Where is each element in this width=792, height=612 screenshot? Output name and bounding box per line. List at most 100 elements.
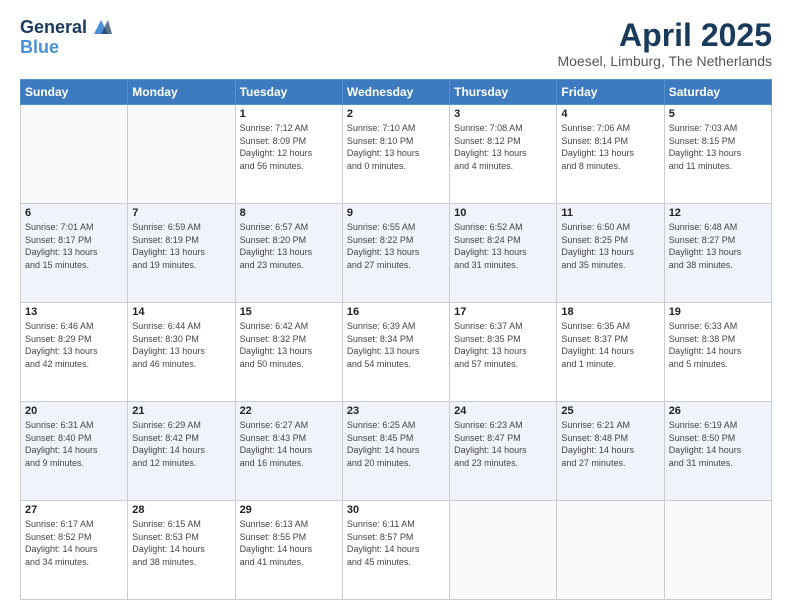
table-row: 5 Sunrise: 7:03 AM Sunset: 8:15 PM Daylig… <box>664 105 771 204</box>
logo-text-blue: Blue <box>20 38 59 58</box>
col-friday: Friday <box>557 80 664 105</box>
day-number: 26 <box>669 405 767 417</box>
table-row: 14Sunrise: 6:44 AM Sunset: 8:30 PM Dayli… <box>128 303 235 402</box>
table-row: 3 Sunrise: 7:08 AM Sunset: 8:12 PM Daylig… <box>450 105 557 204</box>
day-info: Sunrise: 6:23 AM Sunset: 8:47 PM Dayligh… <box>454 419 552 469</box>
table-row <box>128 105 235 204</box>
col-sunday: Sunday <box>21 80 128 105</box>
day-number: 20 <box>25 405 123 417</box>
day-info: Sunrise: 6:57 AM Sunset: 8:20 PM Dayligh… <box>240 221 338 271</box>
table-row: 29 Sunrise: 6:13 AM Sunset: 8:55 PM Dayli… <box>235 501 342 600</box>
day-info: Sunrise: 6:15 AM Sunset: 8:53 PM Dayligh… <box>132 518 230 568</box>
day-info: Sunrise: 6:44 AM Sunset: 8:30 PM Dayligh… <box>132 320 230 370</box>
month-title: April 2025 <box>557 18 772 53</box>
table-row <box>450 501 557 600</box>
logo: General Blue <box>20 18 112 58</box>
day-info: Sunrise: 6:52 AM Sunset: 8:24 PM Dayligh… <box>454 221 552 271</box>
day-number: 8 <box>240 207 338 219</box>
table-row: 22Sunrise: 6:27 AM Sunset: 8:43 PM Dayli… <box>235 402 342 501</box>
calendar-week-3: 13Sunrise: 6:46 AM Sunset: 8:29 PM Dayli… <box>21 303 772 402</box>
col-tuesday: Tuesday <box>235 80 342 105</box>
day-number: 7 <box>132 207 230 219</box>
day-info: Sunrise: 6:46 AM Sunset: 8:29 PM Dayligh… <box>25 320 123 370</box>
col-monday: Monday <box>128 80 235 105</box>
day-number: 10 <box>454 207 552 219</box>
day-info: Sunrise: 6:21 AM Sunset: 8:48 PM Dayligh… <box>561 419 659 469</box>
day-number: 22 <box>240 405 338 417</box>
col-wednesday: Wednesday <box>342 80 449 105</box>
calendar-week-2: 6Sunrise: 7:01 AM Sunset: 8:17 PM Daylig… <box>21 204 772 303</box>
day-number: 3 <box>454 108 552 120</box>
calendar-week-4: 20 Sunrise: 6:31 AM Sunset: 8:40 PM Dayli… <box>21 402 772 501</box>
day-number: 29 <box>240 504 338 516</box>
day-info: Sunrise: 6:33 AM Sunset: 8:38 PM Dayligh… <box>669 320 767 370</box>
logo-icon <box>90 16 112 38</box>
table-row: 12Sunrise: 6:48 AM Sunset: 8:27 PM Dayli… <box>664 204 771 303</box>
table-row: 28 Sunrise: 6:15 AM Sunset: 8:53 PM Dayli… <box>128 501 235 600</box>
table-row: 30 Sunrise: 6:11 AM Sunset: 8:57 PM Dayli… <box>342 501 449 600</box>
calendar-week-1: 1Sunrise: 7:12 AM Sunset: 8:09 PM Daylig… <box>21 105 772 204</box>
day-number: 2 <box>347 108 445 120</box>
day-info: Sunrise: 6:25 AM Sunset: 8:45 PM Dayligh… <box>347 419 445 469</box>
table-row: 6Sunrise: 7:01 AM Sunset: 8:17 PM Daylig… <box>21 204 128 303</box>
day-info: Sunrise: 6:59 AM Sunset: 8:19 PM Dayligh… <box>132 221 230 271</box>
day-info: Sunrise: 6:55 AM Sunset: 8:22 PM Dayligh… <box>347 221 445 271</box>
day-info: Sunrise: 7:06 AM Sunset: 8:14 PM Dayligh… <box>561 122 659 172</box>
table-row <box>664 501 771 600</box>
day-number: 5 <box>669 108 767 120</box>
day-info: Sunrise: 6:42 AM Sunset: 8:32 PM Dayligh… <box>240 320 338 370</box>
day-info: Sunrise: 6:48 AM Sunset: 8:27 PM Dayligh… <box>669 221 767 271</box>
header-row: Sunday Monday Tuesday Wednesday Thursday… <box>21 80 772 105</box>
table-row: 23 Sunrise: 6:25 AM Sunset: 8:45 PM Dayli… <box>342 402 449 501</box>
table-row: 18 Sunrise: 6:35 AM Sunset: 8:37 PM Dayli… <box>557 303 664 402</box>
day-info: Sunrise: 7:10 AM Sunset: 8:10 PM Dayligh… <box>347 122 445 172</box>
day-number: 30 <box>347 504 445 516</box>
day-info: Sunrise: 6:31 AM Sunset: 8:40 PM Dayligh… <box>25 419 123 469</box>
page: General Blue April 2025 Moesel, Limburg,… <box>0 0 792 612</box>
day-number: 9 <box>347 207 445 219</box>
table-row: 2 Sunrise: 7:10 AM Sunset: 8:10 PM Daylig… <box>342 105 449 204</box>
day-info: Sunrise: 6:19 AM Sunset: 8:50 PM Dayligh… <box>669 419 767 469</box>
header: General Blue April 2025 Moesel, Limburg,… <box>20 18 772 69</box>
day-info: Sunrise: 7:08 AM Sunset: 8:12 PM Dayligh… <box>454 122 552 172</box>
day-info: Sunrise: 6:11 AM Sunset: 8:57 PM Dayligh… <box>347 518 445 568</box>
table-row: 1Sunrise: 7:12 AM Sunset: 8:09 PM Daylig… <box>235 105 342 204</box>
table-row: 27Sunrise: 6:17 AM Sunset: 8:52 PM Dayli… <box>21 501 128 600</box>
day-info: Sunrise: 6:13 AM Sunset: 8:55 PM Dayligh… <box>240 518 338 568</box>
table-row: 20 Sunrise: 6:31 AM Sunset: 8:40 PM Dayli… <box>21 402 128 501</box>
day-number: 17 <box>454 306 552 318</box>
day-info: Sunrise: 7:01 AM Sunset: 8:17 PM Dayligh… <box>25 221 123 271</box>
day-number: 16 <box>347 306 445 318</box>
table-row: 25 Sunrise: 6:21 AM Sunset: 8:48 PM Dayli… <box>557 402 664 501</box>
table-row: 15 Sunrise: 6:42 AM Sunset: 8:32 PM Dayli… <box>235 303 342 402</box>
day-number: 24 <box>454 405 552 417</box>
day-number: 15 <box>240 306 338 318</box>
day-info: Sunrise: 7:03 AM Sunset: 8:15 PM Dayligh… <box>669 122 767 172</box>
table-row: 10 Sunrise: 6:52 AM Sunset: 8:24 PM Dayli… <box>450 204 557 303</box>
table-row: 16 Sunrise: 6:39 AM Sunset: 8:34 PM Dayli… <box>342 303 449 402</box>
day-number: 4 <box>561 108 659 120</box>
col-saturday: Saturday <box>664 80 771 105</box>
day-info: Sunrise: 7:12 AM Sunset: 8:09 PM Dayligh… <box>240 122 338 172</box>
logo-text-general: General <box>20 18 87 38</box>
day-number: 27 <box>25 504 123 516</box>
day-number: 23 <box>347 405 445 417</box>
calendar-week-5: 27Sunrise: 6:17 AM Sunset: 8:52 PM Dayli… <box>21 501 772 600</box>
table-row: 8 Sunrise: 6:57 AM Sunset: 8:20 PM Daylig… <box>235 204 342 303</box>
table-row: 7 Sunrise: 6:59 AM Sunset: 8:19 PM Daylig… <box>128 204 235 303</box>
title-block: April 2025 Moesel, Limburg, The Netherla… <box>557 18 772 69</box>
day-info: Sunrise: 6:39 AM Sunset: 8:34 PM Dayligh… <box>347 320 445 370</box>
day-number: 18 <box>561 306 659 318</box>
day-info: Sunrise: 6:35 AM Sunset: 8:37 PM Dayligh… <box>561 320 659 370</box>
day-number: 25 <box>561 405 659 417</box>
day-info: Sunrise: 6:37 AM Sunset: 8:35 PM Dayligh… <box>454 320 552 370</box>
table-row: 19Sunrise: 6:33 AM Sunset: 8:38 PM Dayli… <box>664 303 771 402</box>
table-row: 21Sunrise: 6:29 AM Sunset: 8:42 PM Dayli… <box>128 402 235 501</box>
day-number: 21 <box>132 405 230 417</box>
table-row: 4 Sunrise: 7:06 AM Sunset: 8:14 PM Daylig… <box>557 105 664 204</box>
day-number: 28 <box>132 504 230 516</box>
day-number: 11 <box>561 207 659 219</box>
calendar-table: Sunday Monday Tuesday Wednesday Thursday… <box>20 79 772 600</box>
col-thursday: Thursday <box>450 80 557 105</box>
table-row <box>557 501 664 600</box>
